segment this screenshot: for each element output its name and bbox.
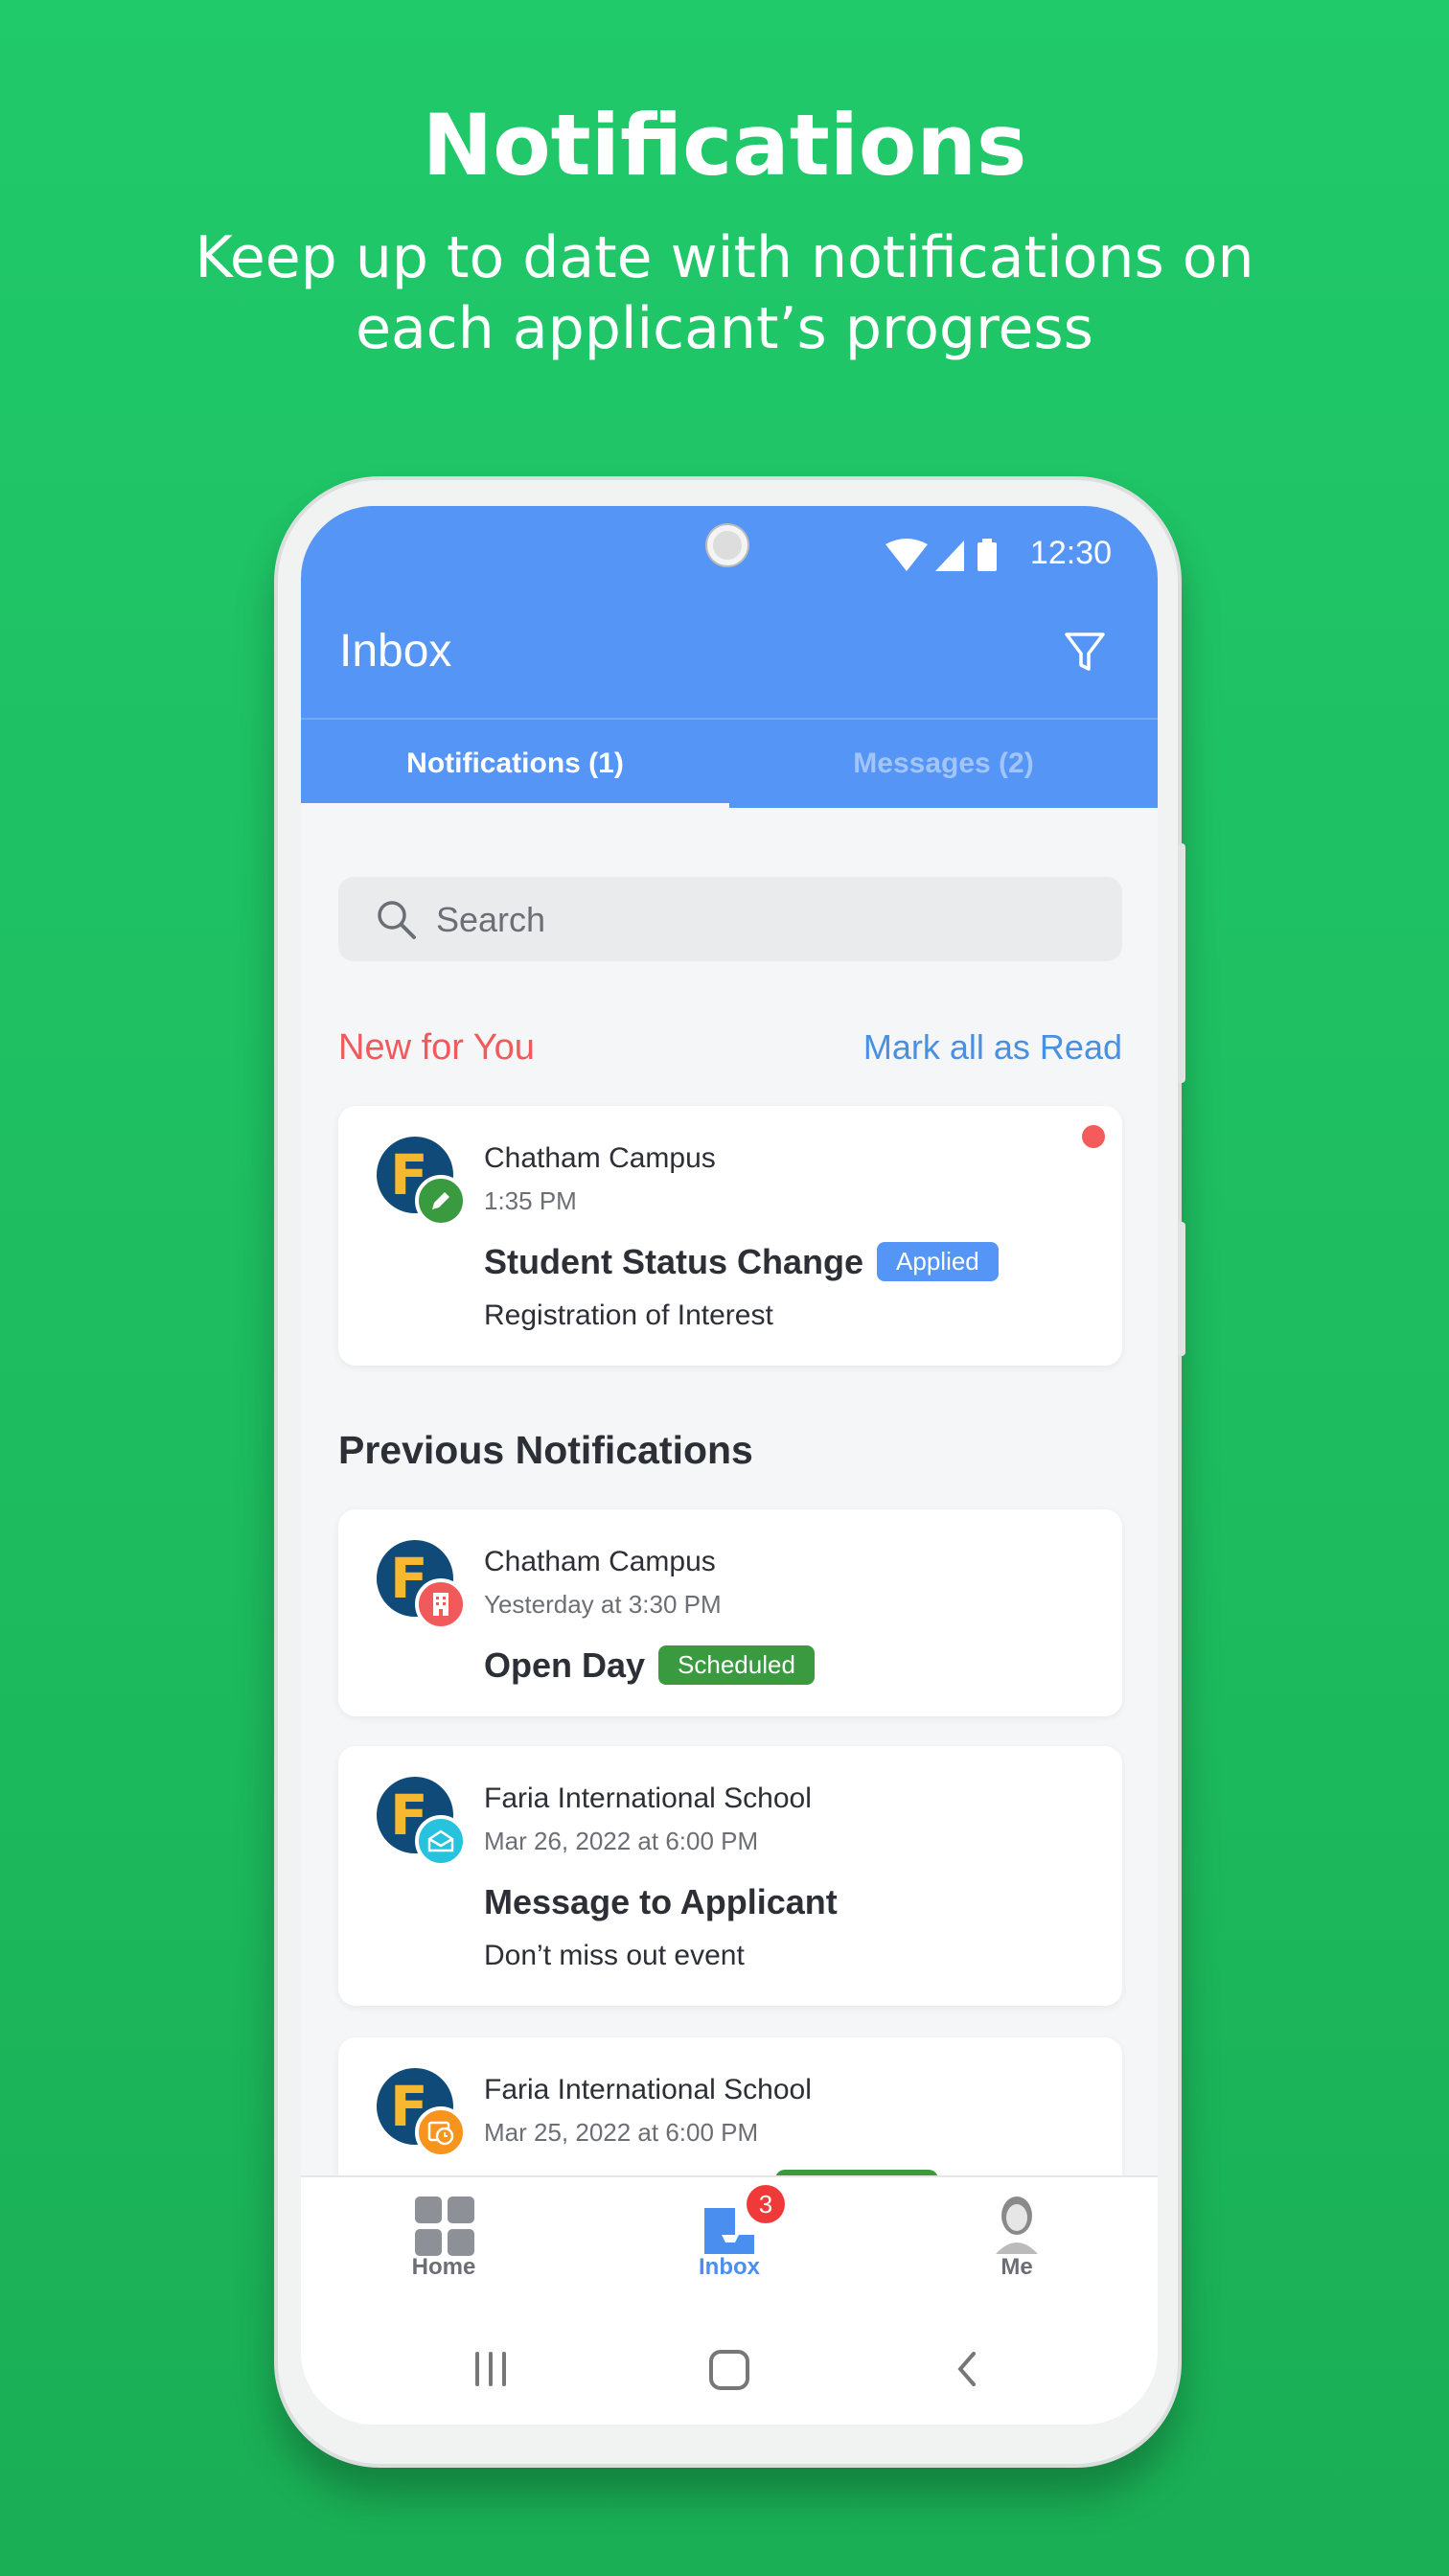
notification-card[interactable]: F Chatham Campus Yesterday at 3:30 PM Op… [338,1509,1122,1716]
envelope-icon [415,1815,467,1867]
inbox-count-badge: 3 [747,2185,785,2223]
status-badge: Scheduled [658,1645,815,1685]
front-camera [707,525,748,565]
grid-icon [415,2196,474,2256]
status-icons [886,539,997,571]
notification-time: Mar 25, 2022 at 6:00 PM [484,2118,759,2147]
calendar-clock-icon [415,2106,467,2158]
notification-subtitle: Don’t miss out event [484,1940,745,1971]
volume-button [1178,843,1185,1083]
hero-subtitle-line: Keep up to date with notifications on [195,224,1254,291]
notification-org: Chatham Campus [484,1546,716,1577]
bottom-nav: Home 3 Inbox Me [301,2175,1158,2425]
hero-subtitle: Keep up to date with notifications on eac… [0,222,1449,364]
notification-org: Faria International School [484,1782,812,1814]
active-tab-indicator [301,803,729,809]
building-icon [415,1578,467,1630]
unread-dot [1082,1125,1105,1148]
battery-icon [978,542,997,571]
page-title: Inbox [339,626,452,677]
wifi-icon [886,539,928,571]
nav-label: Inbox [699,2254,760,2280]
tab-messages[interactable]: Messages (2) [729,748,1158,780]
notification-time: Yesterday at 3:30 PM [484,1590,722,1619]
notification-subtitle: Registration of Interest [484,1300,773,1331]
nav-label: Home [411,2254,476,2280]
filter-icon[interactable] [1064,631,1106,673]
back-icon[interactable] [953,2350,981,2388]
search-icon [378,901,416,939]
section-title-new: New for You [338,1027,535,1068]
section-title-previous: Previous Notifications [338,1428,753,1472]
notification-org: Chatham Campus [484,1142,716,1174]
app-header: 12:30 Inbox Notifications (1) Messages (… [301,506,1158,809]
notification-time: 1:35 PM [484,1186,577,1215]
notification-title: Student Status Change Applied [484,1242,999,1282]
status-badge: Applied [877,1242,999,1281]
search-placeholder: Search [436,900,546,939]
home-button-icon[interactable] [707,2348,751,2392]
notification-title: Open Day Scheduled [484,1645,815,1686]
notification-time: Mar 26, 2022 at 6:00 PM [484,1827,759,1855]
notification-title-text: Student Status Change [484,1242,864,1281]
mark-all-read-link[interactable]: Mark all as Read [863,1027,1122,1068]
notification-card[interactable]: F Faria International School Mar 26, 202… [338,1746,1122,2006]
power-button [1178,1222,1185,1356]
recent-apps-icon[interactable] [472,2350,510,2388]
nav-me[interactable]: Me [911,2177,1122,2321]
tab-notifications[interactable]: Notifications (1) [301,748,729,780]
divider [301,718,1158,720]
hero-title: Notifications [422,96,1027,195]
notification-title-text: Open Day [484,1645,646,1685]
avatar [996,2196,1038,2254]
nav-inbox[interactable]: 3 Inbox [624,2177,835,2321]
pencil-icon [415,1175,467,1227]
search-input[interactable]: Search [338,877,1122,961]
nav-home[interactable]: Home [338,2177,549,2321]
signal-icon [935,540,964,571]
nav-label: Me [1000,2254,1033,2280]
status-time: 12:30 [1029,535,1112,571]
notification-card[interactable]: F Chatham Campus 1:35 PM Student Status … [338,1106,1122,1366]
hero-subtitle-line: each applicant’s progress [356,295,1093,362]
phone-screen: 12:30 Inbox Notifications (1) Messages (… [301,506,1158,2425]
notification-org: Faria International School [484,2074,812,2105]
notification-title: Message to Applicant [484,1882,838,1921]
